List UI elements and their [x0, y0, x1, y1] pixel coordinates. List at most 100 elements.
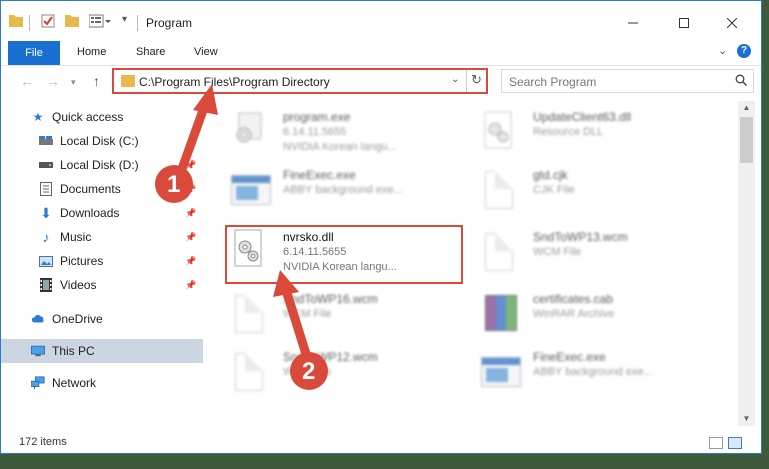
address-bar[interactable]: C:\Program Files\Program Directory ⌄ ↻	[112, 68, 488, 94]
file-item[interactable]: gtd.cjk CJK File	[471, 163, 711, 219]
title-bar: ▾ Program	[1, 1, 761, 41]
file-type: Resource DLL	[533, 126, 604, 138]
music-icon: ♪	[42, 229, 50, 245]
sidebar-item-label: Network	[52, 376, 97, 390]
pin-icon[interactable]: 📌	[185, 280, 196, 291]
step-1-label: 1	[167, 171, 181, 198]
file-item[interactable]: FineExec.exe ABBY background exe...	[221, 163, 461, 219]
close-button[interactable]	[717, 11, 747, 35]
file-highlight-box	[225, 225, 463, 284]
file-item[interactable]: SndToWP12.wcm WCM File	[221, 345, 461, 401]
window-title: Program	[146, 16, 193, 30]
recent-locations-icon[interactable]: ▾	[71, 77, 76, 88]
customize-toolbar-icon[interactable]	[88, 14, 111, 31]
file-name: SndToWP12.wcm	[283, 350, 378, 364]
scroll-up-icon[interactable]: ▲	[738, 101, 755, 115]
file-item[interactable]: UpdateClient63.dll Resource DLL	[471, 105, 711, 161]
tab-file[interactable]: File	[8, 41, 60, 65]
address-divider	[466, 70, 467, 92]
large-icons-view-icon[interactable]	[728, 437, 742, 449]
file-description: ABBY background exe...	[533, 366, 653, 378]
status-bar: 172 items	[1, 431, 761, 453]
tab-view[interactable]: View	[194, 46, 218, 58]
file-item[interactable]: SndToWP16.wcm WCM File	[221, 287, 461, 343]
drive-icon	[39, 134, 53, 148]
new-folder-icon[interactable]	[65, 14, 79, 30]
item-count: 172 items	[19, 436, 67, 448]
file-item[interactable]: program.exe 6.14.11.5655 NVIDIA Korean l…	[221, 105, 461, 161]
sidebar-item-label: Documents	[60, 182, 121, 196]
vertical-scrollbar[interactable]: ▲ ▼	[738, 101, 755, 426]
file-description: ABBY background exe...	[283, 184, 403, 196]
sidebar-item-local-disk-c[interactable]: Local Disk (C:)	[1, 129, 203, 153]
pin-icon[interactable]: 📌	[185, 184, 196, 195]
details-view-icon[interactable]	[709, 437, 723, 449]
winrar-icon	[481, 293, 519, 337]
help-icon[interactable]: ?	[737, 44, 751, 58]
search-box[interactable]: Search Program	[501, 69, 754, 93]
sidebar-item-pictures[interactable]: Pictures 📌	[1, 249, 203, 273]
chevron-down-icon[interactable]: ⌄	[451, 74, 459, 85]
folder-icon	[9, 14, 23, 30]
folder-icon	[121, 75, 135, 87]
up-arrow-icon[interactable]: ↑	[93, 73, 100, 89]
tab-home[interactable]: Home	[77, 46, 106, 58]
search-input[interactable]: Search Program	[509, 75, 596, 89]
pin-icon[interactable]: 📌	[185, 208, 196, 219]
sidebar-item-label: Quick access	[52, 110, 124, 124]
pin-icon[interactable]: 📌	[185, 160, 196, 171]
sidebar-item-label: Pictures	[60, 254, 104, 268]
documents-icon	[39, 182, 53, 196]
ribbon-tabs: File Home Share View ⌄ ?	[1, 41, 761, 66]
blank-file-icon	[231, 293, 269, 337]
title-sep	[29, 15, 30, 31]
blank-file-icon	[481, 231, 519, 275]
file-item[interactable]: FineExec.exe ABBY background exe...	[471, 345, 711, 401]
sidebar-item-label: Local Disk (C:)	[60, 134, 139, 148]
tab-share[interactable]: Share	[136, 46, 165, 58]
exe-gear-icon	[231, 111, 269, 155]
videos-icon	[39, 278, 53, 292]
file-name: SndToWP13.wcm	[533, 230, 628, 244]
drive-icon	[39, 158, 53, 172]
explorer-window: ▾ Program File Home Share View ⌄ ? ← → ▾…	[0, 0, 762, 454]
maximize-button[interactable]	[669, 11, 699, 35]
pin-icon[interactable]: 📌	[185, 256, 196, 267]
sidebar-item-downloads[interactable]: ⬇ Downloads 📌	[1, 201, 203, 225]
file-type: CJK File	[533, 184, 575, 196]
minimize-button[interactable]	[618, 11, 648, 35]
address-path[interactable]: C:\Program Files\Program Directory	[139, 75, 330, 89]
expand-ribbon-icon[interactable]: ⌄	[718, 44, 727, 57]
file-type: WCM File	[533, 246, 582, 258]
chevron-down-icon[interactable]: ▾	[122, 14, 127, 25]
scroll-down-icon[interactable]: ▼	[738, 412, 755, 426]
navigation-pane: ★ Quick access Local Disk (C:) Local Dis…	[1, 101, 203, 426]
sidebar-item-this-pc[interactable]: This PC	[1, 339, 203, 363]
sidebar-item-videos[interactable]: Videos 📌	[1, 273, 203, 297]
sidebar-item-label: This PC	[52, 344, 95, 358]
search-icon[interactable]	[735, 74, 748, 89]
sidebar-item-quick-access[interactable]: ★ Quick access	[1, 105, 203, 129]
forward-arrow-icon[interactable]: →	[46, 73, 60, 89]
file-item[interactable]: certificates.cab WinRAR Archive	[471, 287, 711, 343]
file-item[interactable]: SndToWP13.wcm WCM File	[471, 225, 711, 281]
file-name: SndToWP16.wcm	[283, 292, 378, 306]
sidebar-item-music[interactable]: ♪ Music 📌	[1, 225, 203, 249]
sidebar-item-onedrive[interactable]: OneDrive	[1, 307, 203, 331]
pictures-icon	[39, 254, 53, 268]
this-pc-icon	[31, 344, 45, 358]
file-version: 6.14.11.5655	[283, 126, 347, 138]
sidebar-item-network[interactable]: Network	[1, 371, 203, 395]
pin-icon[interactable]: 📌	[185, 232, 196, 243]
sidebar-item-label: Local Disk (D:)	[60, 158, 139, 172]
sidebar-item-label: Music	[60, 230, 92, 244]
title-divider	[137, 15, 138, 31]
back-arrow-icon[interactable]: ←	[20, 73, 34, 89]
sidebar-item-label: Downloads	[60, 206, 120, 220]
scroll-thumb[interactable]	[740, 117, 753, 163]
dll-icon	[481, 111, 519, 155]
file-type: WCM File	[283, 308, 332, 320]
file-type: WinRAR Archive	[533, 308, 615, 320]
properties-icon[interactable]	[41, 14, 55, 31]
refresh-icon[interactable]: ↻	[471, 72, 482, 88]
